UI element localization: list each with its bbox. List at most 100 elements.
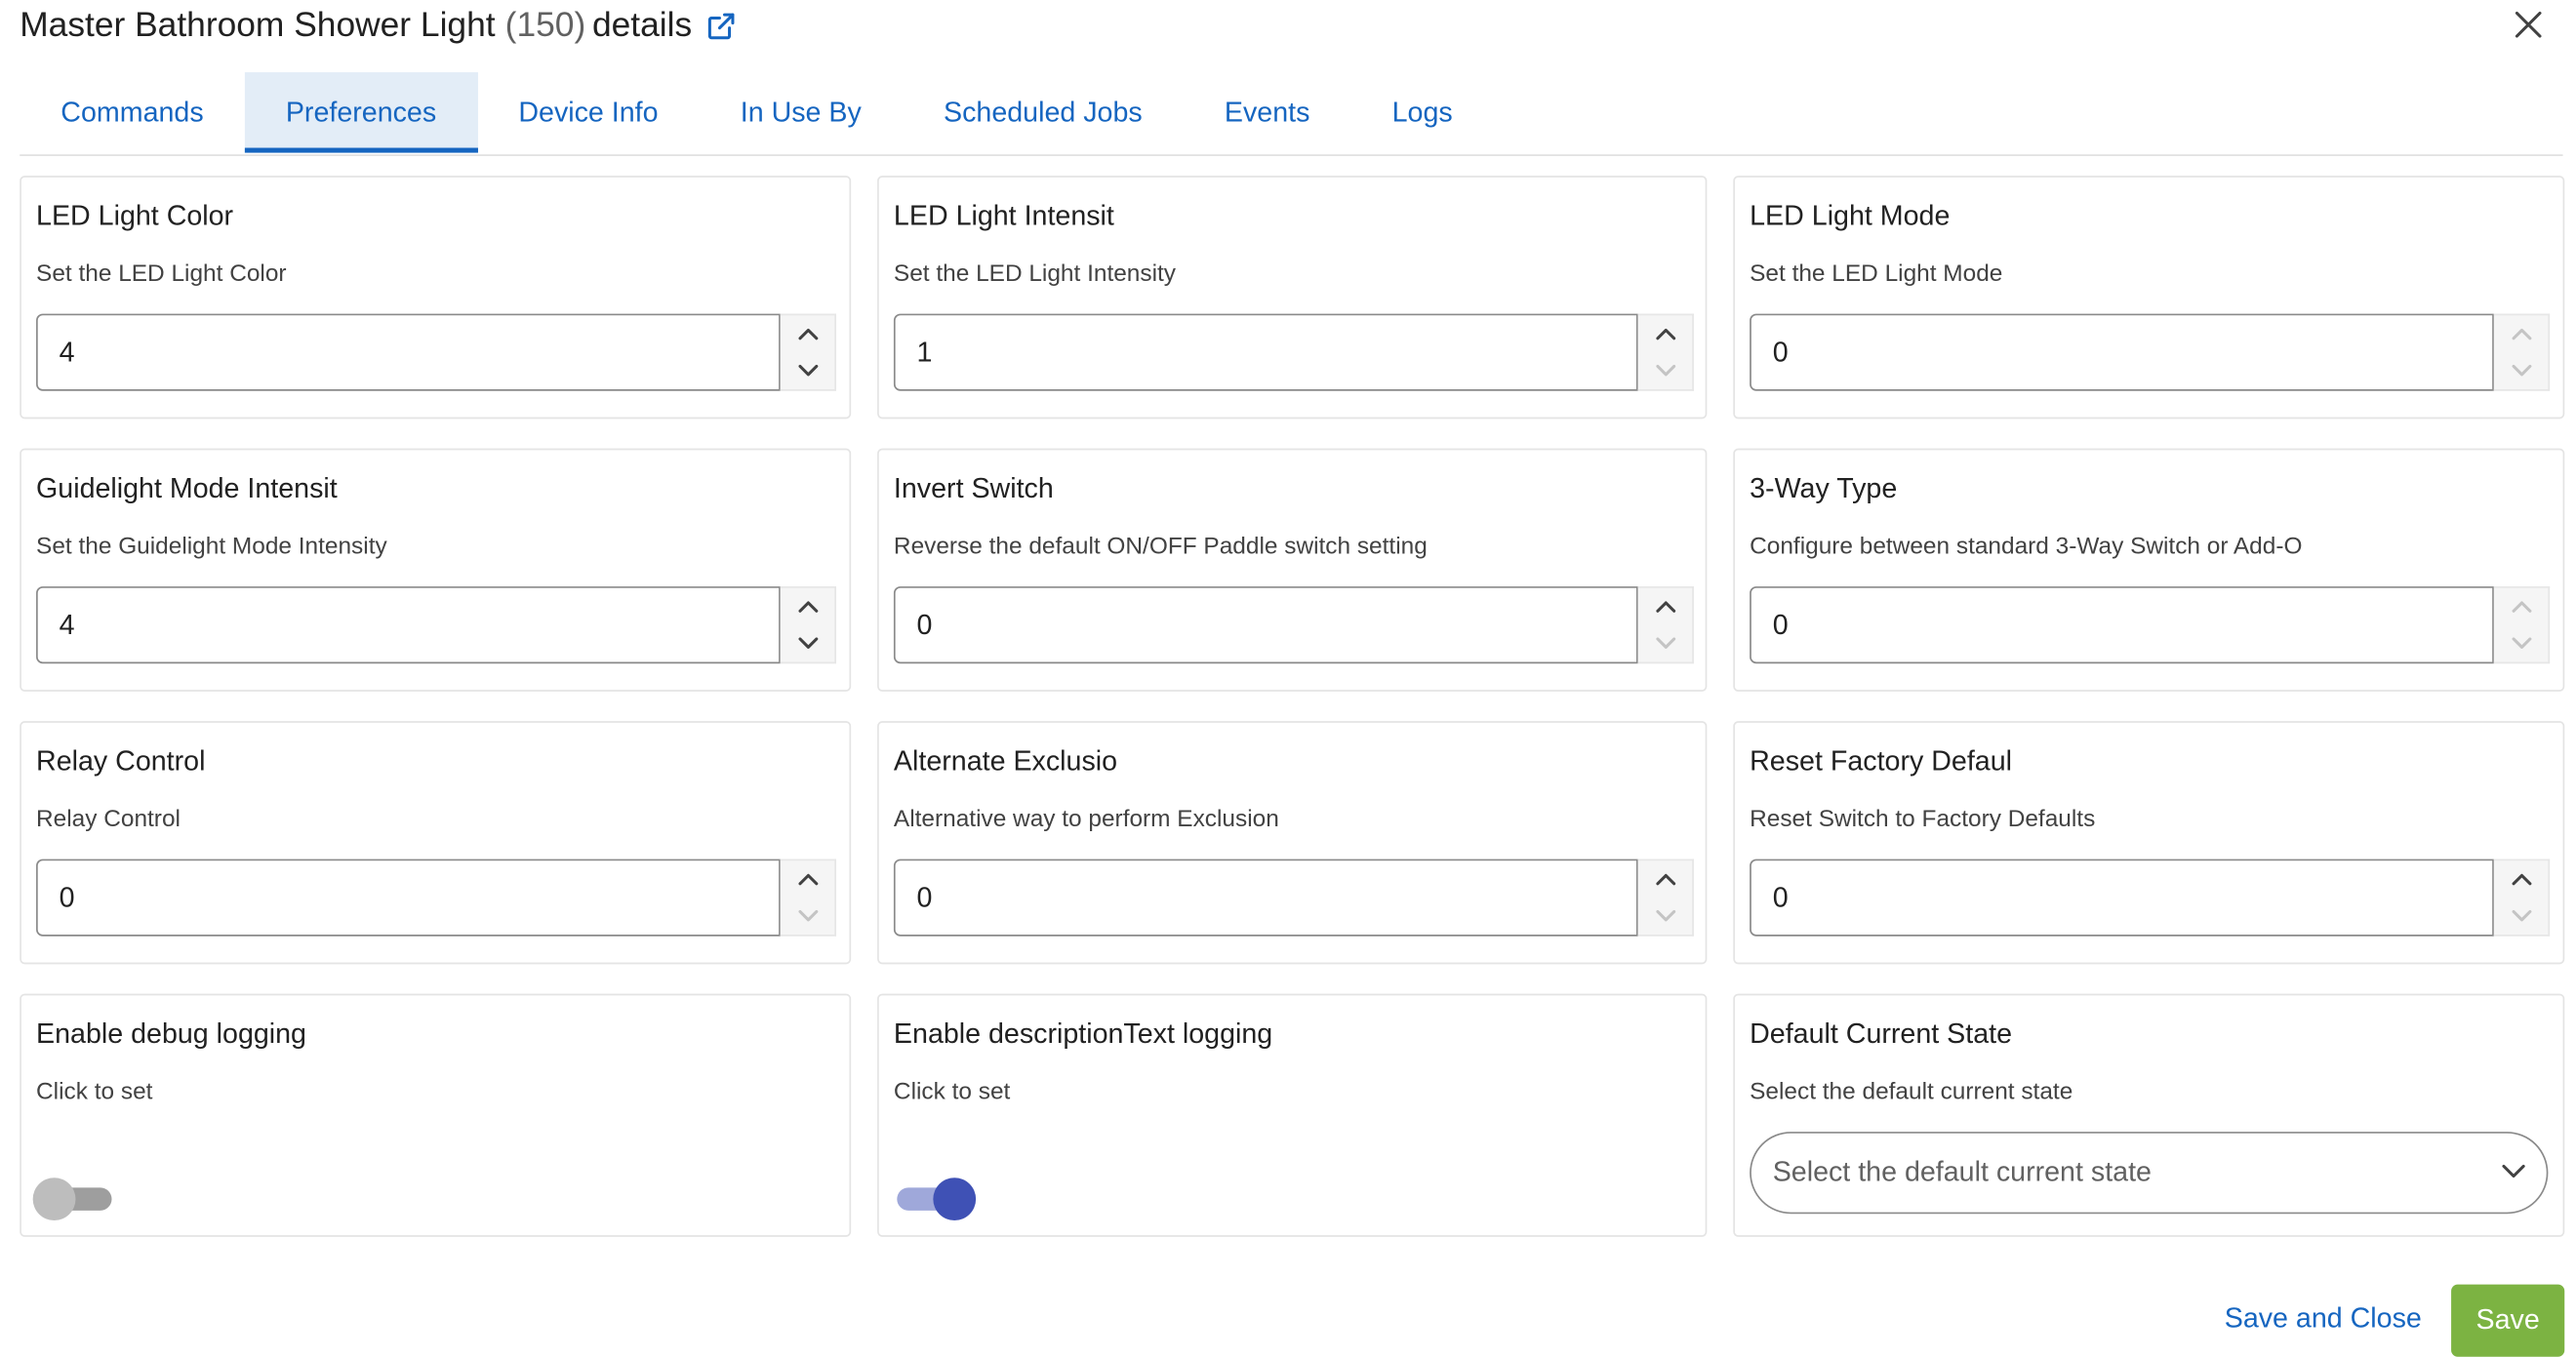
select-placeholder: Select the default current state [1772,1156,2152,1188]
external-link-icon[interactable] [705,10,739,43]
pref-title: Default Current State [1750,1018,2013,1050]
pref-card-enable-descriptiontext-logging: Enable descriptionText logging Click to s… [877,993,1708,1237]
chevron-up-icon[interactable] [1638,588,1693,625]
pref-title: Reset Factory Defaul [1750,745,2013,778]
tab-device-info[interactable]: Device Info [477,72,699,153]
stepper [1637,858,1694,937]
pref-card-led-light-mode: LED Light Mode Set the LED Light Mode [1733,176,2565,419]
chevron-down-icon[interactable] [1638,352,1693,389]
toggle-knob [933,1177,977,1220]
pref-description: Configure between standard 3-Way Switch … [1750,534,2303,561]
pref-description: Set the LED Light Mode [1750,260,2003,288]
chevron-down-icon[interactable] [781,625,835,662]
toggle-switch[interactable] [894,1177,977,1220]
pref-title: LED Light Intensit [893,200,1114,232]
save-and-close-button[interactable]: Save and Close [2225,1302,2422,1336]
chevron-up-icon[interactable] [781,860,835,898]
pref-value-input[interactable] [893,313,1638,391]
pref-title: LED Light Color [36,200,234,232]
number-field [893,858,1694,937]
pref-description: Set the LED Light Color [36,260,287,288]
pref-value-input[interactable] [36,586,781,664]
chevron-down-icon[interactable] [781,352,835,389]
chevron-up-icon[interactable] [781,588,835,625]
pref-value-input[interactable] [36,858,781,937]
chevron-down-icon[interactable] [2494,352,2549,389]
stepper [780,858,837,937]
dialog-header: Master Bathroom Shower Light (150) detai… [20,3,738,49]
pref-description: Reverse the default ON/OFF Paddle switch… [893,534,1428,561]
pref-value-input[interactable] [36,313,781,391]
pref-card-3-way-type: 3-Way Type Configure between standard 3-W… [1733,448,2565,692]
pref-description: Set the Guidelight Mode Intensity [36,534,387,561]
tab-logs[interactable]: Logs [1351,72,1494,153]
chevron-up-icon[interactable] [1638,860,1693,898]
device-name: Master Bathroom Shower Light [20,6,496,45]
chevron-up-icon[interactable] [2494,588,2549,625]
default-state-select[interactable]: Select the default current state [1750,1132,2549,1215]
pref-card-led-light-color: LED Light Color Set the LED Light Color [20,176,852,419]
number-field [36,586,837,664]
device-id: (150) [504,6,586,45]
chevron-down-icon[interactable] [2494,625,2549,662]
number-field [1750,858,2551,937]
preferences-grid: LED Light ColorSet the LED Light ColorLE… [20,176,2565,1237]
number-field [893,586,1694,664]
stepper [1637,313,1694,391]
number-field [1750,313,2551,391]
tab-preferences[interactable]: Preferences [244,72,478,153]
title-suffix: details [591,6,693,45]
close-icon[interactable] [2511,7,2547,43]
chevron-down-icon[interactable] [2494,898,2549,935]
number-field [36,858,837,937]
tab-in-use-by[interactable]: In Use By [700,72,903,153]
number-field [1750,586,2551,664]
pref-description: Alternative way to perform Exclusion [893,806,1279,833]
chevron-up-icon[interactable] [2494,860,2549,898]
save-button[interactable]: Save [2451,1284,2565,1357]
pref-description: Relay Control [36,806,181,833]
stepper [2493,313,2551,391]
chevron-up-icon[interactable] [1638,315,1693,352]
pref-value-input[interactable] [1750,858,2494,937]
tab-bar: Commands Preferences Device Info In Use By S… [20,72,2563,156]
pref-title: LED Light Mode [1750,200,1951,232]
pref-description: Click to set [893,1079,1011,1106]
pref-description: Reset Switch to Factory Defaults [1750,806,2096,833]
pref-value-input[interactable] [893,586,1638,664]
pref-value-input[interactable] [1750,313,2494,391]
stepper [2493,586,2551,664]
chevron-down-icon[interactable] [1638,898,1693,935]
pref-title: Invert Switch [893,472,1054,504]
pref-card-reset-factory-defaul: Reset Factory Defaul Reset Switch to Fact… [1733,721,2565,965]
toggle-switch[interactable] [32,1177,115,1220]
pref-card-led-light-intensit: LED Light Intensit Set the LED Light Inte… [877,176,1708,419]
tab-events[interactable]: Events [1184,72,1351,153]
tab-commands[interactable]: Commands [20,72,245,153]
pref-description: Set the LED Light Intensity [893,260,1177,288]
chevron-up-icon[interactable] [2494,315,2549,352]
stepper [1637,586,1694,664]
pref-description: Select the default current state [1750,1079,2073,1106]
pref-card-guidelight-mode-intensit: Guidelight Mode Intensit Set the Guidelig… [20,448,852,692]
stepper [780,586,837,664]
pref-title: Guidelight Mode Intensit [36,472,338,504]
pref-card-enable-debug-logging: Enable debug logging Click to set [20,993,852,1237]
chevron-down-icon[interactable] [1638,625,1693,662]
pref-description: Click to set [36,1079,153,1106]
pref-card-relay-control: Relay Control Relay Control [20,721,852,965]
pref-title: Enable debug logging [36,1018,306,1050]
number-field [893,313,1694,391]
number-field [36,313,837,391]
pref-title: 3-Way Type [1750,472,1898,504]
pref-card-alternate-exclusio: Alternate Exclusio Alternative way to per… [877,721,1708,965]
chevron-up-icon[interactable] [781,315,835,352]
pref-title: Relay Control [36,745,206,778]
pref-value-input[interactable] [893,858,1638,937]
tab-scheduled-jobs[interactable]: Scheduled Jobs [903,72,1184,153]
pref-card-default-current-state: Default Current State Select the default … [1733,993,2565,1237]
stepper [2493,858,2551,937]
pref-value-input[interactable] [1750,586,2494,664]
pref-title: Enable descriptionText logging [893,1018,1273,1050]
chevron-down-icon[interactable] [781,898,835,935]
